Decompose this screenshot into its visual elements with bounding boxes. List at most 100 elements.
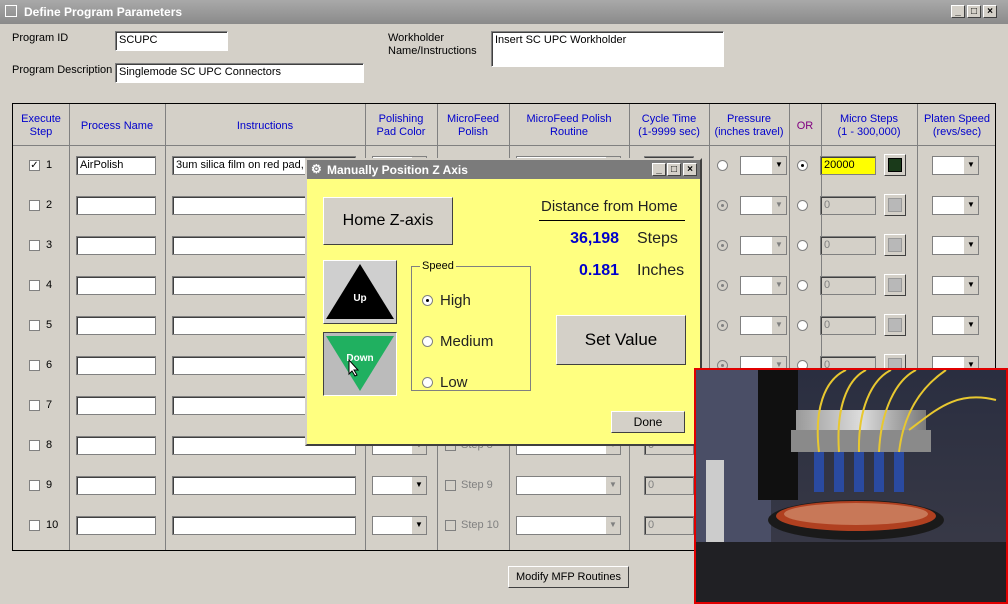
workholder-field[interactable]: Insert SC UPC Workholder <box>491 31 724 67</box>
pressure-radio[interactable] <box>717 200 728 211</box>
step-number: 9 <box>46 479 53 491</box>
microfeed-polish-checkbox[interactable] <box>445 520 456 531</box>
step-number: 7 <box>46 399 53 411</box>
micro-steps-settings-button[interactable] <box>884 314 906 336</box>
pressure-select[interactable]: ▼ <box>740 316 787 335</box>
execute-step-checkbox[interactable] <box>29 240 40 251</box>
execute-step-checkbox[interactable]: ✓ <box>29 160 40 171</box>
micro-steps-input[interactable]: 0 <box>820 316 876 335</box>
gear-icon <box>888 238 902 252</box>
cycle-time-input[interactable]: 0 <box>644 516 694 535</box>
micro-steps-input[interactable]: 0 <box>820 276 876 295</box>
gear-icon <box>888 158 902 172</box>
chevron-down-icon: ▼ <box>771 277 786 294</box>
execute-step-checkbox[interactable] <box>29 280 40 291</box>
minimize-button[interactable]: _ <box>951 5 965 18</box>
process-name-input[interactable] <box>76 356 156 375</box>
pressure-select[interactable]: ▼ <box>740 156 787 175</box>
process-name-input[interactable]: AirPolish <box>76 156 156 175</box>
header-instructions: Instructions <box>236 120 294 132</box>
micro-steps-radio[interactable] <box>797 160 808 171</box>
micro-steps-radio[interactable] <box>797 320 808 331</box>
dialog-title-bar[interactable]: ⚙ Manually Position Z Axis _ □ × <box>307 160 700 179</box>
dialog-minimize-button[interactable]: _ <box>652 163 666 176</box>
micro-steps-settings-button[interactable] <box>884 234 906 256</box>
process-name-input[interactable] <box>76 236 156 255</box>
execute-step-checkbox[interactable] <box>29 360 40 371</box>
done-button[interactable]: Done <box>611 411 685 433</box>
home-z-axis-button[interactable]: Home Z-axis <box>323 197 453 245</box>
speed-radio[interactable] <box>422 295 433 306</box>
execute-step-checkbox[interactable] <box>29 480 40 491</box>
grid-row-divider <box>13 145 995 146</box>
instructions-input[interactable] <box>172 516 356 535</box>
process-name-input[interactable] <box>76 476 156 495</box>
step-number: 4 <box>46 279 53 291</box>
pressure-select[interactable]: ▼ <box>740 276 787 295</box>
execute-step-checkbox[interactable] <box>29 320 40 331</box>
micro-steps-radio[interactable] <box>797 200 808 211</box>
step-number: 10 <box>46 519 59 531</box>
micro-steps-settings-button[interactable] <box>884 274 906 296</box>
maximize-button[interactable]: □ <box>967 5 981 18</box>
micro-steps-input[interactable]: 0 <box>820 196 876 215</box>
chevron-down-icon: ▼ <box>963 157 978 174</box>
platen-speed-select[interactable]: ▼ <box>932 236 979 255</box>
set-value-button[interactable]: Set Value <box>556 315 686 365</box>
process-name-input[interactable] <box>76 436 156 455</box>
gear-icon <box>888 198 902 212</box>
up-label: Up <box>353 293 367 304</box>
speed-radio[interactable] <box>422 336 433 347</box>
execute-step-checkbox[interactable] <box>29 400 40 411</box>
header-mf-routine: MicroFeed Polish Routine <box>526 113 612 138</box>
pressure-select[interactable]: ▼ <box>740 196 787 215</box>
process-name-input[interactable] <box>76 316 156 335</box>
inches-unit: Inches <box>637 262 685 279</box>
down-button[interactable]: Down <box>323 332 397 396</box>
execute-step-checkbox[interactable] <box>29 440 40 451</box>
window-menu-icon[interactable] <box>5 5 17 17</box>
micro-steps-input[interactable]: 20000 <box>820 156 876 175</box>
instructions-input[interactable] <box>172 476 356 495</box>
micro-steps-radio[interactable] <box>797 240 808 251</box>
process-name-input[interactable] <box>76 196 156 215</box>
process-name-input[interactable] <box>76 516 156 535</box>
pressure-radio[interactable] <box>717 240 728 251</box>
close-button[interactable]: × <box>983 5 997 18</box>
micro-steps-settings-button[interactable] <box>884 194 906 216</box>
platen-speed-select[interactable]: ▼ <box>932 156 979 175</box>
distance-divider <box>539 220 685 221</box>
up-button[interactable]: Up <box>323 260 397 324</box>
micro-steps-settings-button[interactable] <box>884 154 906 176</box>
dialog-maximize-button[interactable]: □ <box>667 163 681 176</box>
platen-speed-select[interactable]: ▼ <box>932 316 979 335</box>
pressure-radio[interactable] <box>717 320 728 331</box>
pad-color-select[interactable]: ▼ <box>372 476 427 495</box>
execute-step-checkbox[interactable] <box>29 200 40 211</box>
program-desc-field[interactable]: Singlemode SC UPC Connectors <box>115 63 364 83</box>
microfeed-routine-select[interactable]: ▼ <box>516 476 621 495</box>
microfeed-routine-select[interactable]: ▼ <box>516 516 621 535</box>
pressure-radio[interactable] <box>717 280 728 291</box>
dialog-close-button[interactable]: × <box>683 163 697 176</box>
cycle-time-input[interactable]: 0 <box>644 476 694 495</box>
up-arrow-icon <box>326 264 394 319</box>
process-name-input[interactable] <box>76 396 156 415</box>
pressure-select[interactable]: ▼ <box>740 236 787 255</box>
main-title-bar[interactable]: Define Program Parameters _ □ × <box>0 0 1008 24</box>
micro-steps-input[interactable]: 0 <box>820 236 876 255</box>
pressure-radio[interactable] <box>717 160 728 171</box>
modify-mfp-routines-button[interactable]: Modify MFP Routines <box>508 566 629 588</box>
process-name-input[interactable] <box>76 276 156 295</box>
platen-speed-select[interactable]: ▼ <box>932 276 979 295</box>
chevron-down-icon: ▼ <box>411 477 426 494</box>
execute-step-checkbox[interactable] <box>29 520 40 531</box>
speed-radio[interactable] <box>422 377 433 388</box>
platen-speed-select[interactable]: ▼ <box>932 196 979 215</box>
pad-color-select[interactable]: ▼ <box>372 516 427 535</box>
micro-steps-radio[interactable] <box>797 280 808 291</box>
program-id-field[interactable]: SCUPC <box>115 31 228 51</box>
step-number: 3 <box>46 239 53 251</box>
chevron-down-icon: ▼ <box>411 517 426 534</box>
microfeed-polish-checkbox[interactable] <box>445 480 456 491</box>
